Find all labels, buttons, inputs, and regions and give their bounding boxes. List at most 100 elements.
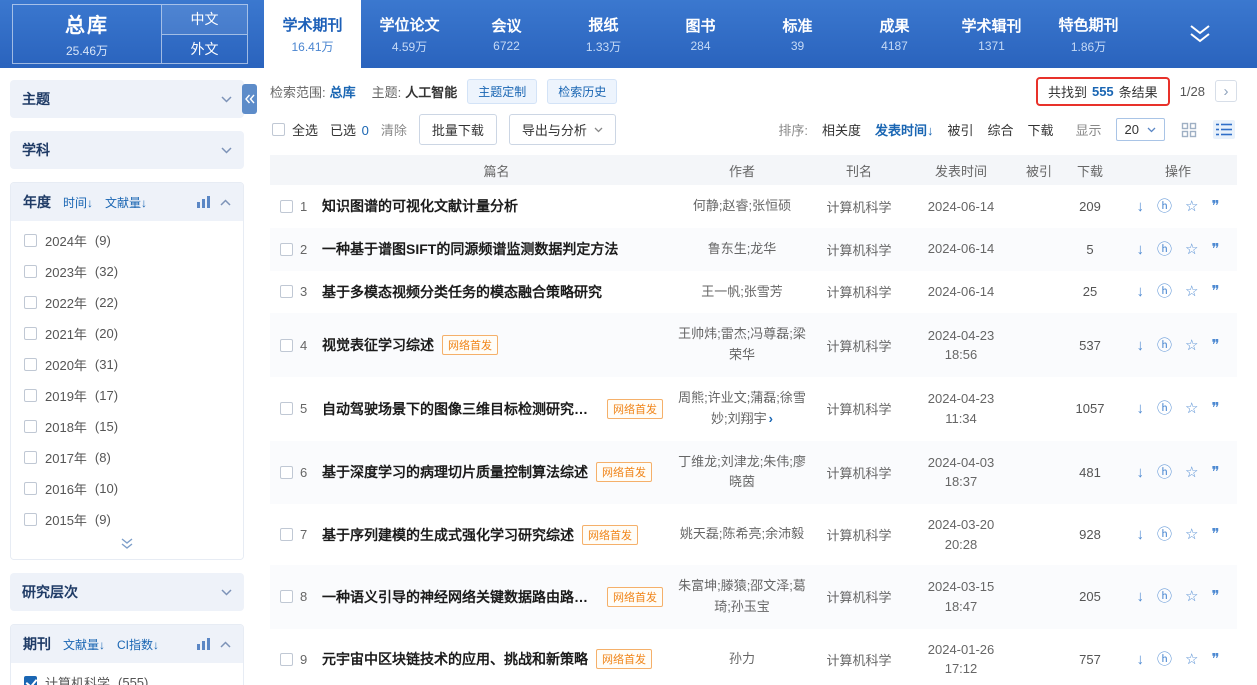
facet-checkbox[interactable] [24, 482, 37, 495]
page-size-select[interactable]: 20 [1116, 118, 1165, 141]
row-checkbox[interactable] [280, 285, 293, 298]
html-icon[interactable]: ⓗ [1157, 242, 1172, 257]
cite-icon[interactable]: ❞ [1211, 652, 1219, 667]
journal-link[interactable]: 计算机科学 [813, 197, 905, 216]
histogram-icon[interactable] [196, 196, 210, 208]
favorite-icon[interactable]: ☆ [1185, 284, 1198, 299]
download-icon[interactable]: ↓ [1136, 589, 1144, 604]
article-title-link[interactable]: 基于深度学习的病理切片质量控制算法综述 [322, 462, 588, 482]
sort-by-ci-index-link[interactable]: CI指数↓ [117, 636, 159, 653]
sort-option[interactable]: 发表时间↓ [875, 120, 934, 139]
row-checkbox[interactable] [280, 528, 293, 541]
journal-link[interactable]: 计算机科学 [813, 587, 905, 606]
database-tab[interactable]: 会议 6722 [458, 0, 555, 68]
authors-cell[interactable]: 丁维龙;刘津龙;朱伟;廖晓茵 [671, 452, 813, 494]
article-title-link[interactable]: 一种语义引导的神经网络关键数据路由路径算法 [322, 587, 599, 607]
row-checkbox[interactable] [280, 243, 293, 256]
authors-cell[interactable]: 王一帆;张雪芳 [671, 282, 813, 303]
journal-link[interactable]: 计算机科学 [813, 650, 905, 669]
database-tab[interactable]: 学位论文 4.59万 [361, 0, 458, 68]
article-title-link[interactable]: 自动驾驶场景下的图像三维目标检测研究进展 [322, 399, 599, 419]
download-icon[interactable]: ↓ [1136, 199, 1144, 214]
journal-link[interactable]: 计算机科学 [813, 399, 905, 418]
cite-icon[interactable]: ❞ [1211, 199, 1219, 214]
html-icon[interactable]: ⓗ [1157, 284, 1172, 299]
download-icon[interactable]: ↓ [1136, 652, 1144, 667]
html-icon[interactable]: ⓗ [1157, 401, 1172, 416]
sort-by-doc-count-link[interactable]: 文献量↓ [105, 194, 147, 211]
download-icon[interactable]: ↓ [1136, 284, 1144, 299]
facet-item[interactable]: 2021年 (20) [11, 318, 243, 349]
select-all-control[interactable]: 全选 [272, 120, 318, 139]
list-view-button[interactable] [1213, 120, 1235, 139]
html-icon[interactable]: ⓗ [1157, 527, 1172, 542]
authors-cell[interactable]: 姚天磊;陈希亮;余沛毅 [671, 524, 813, 545]
facet-checkbox[interactable] [24, 513, 37, 526]
cite-icon[interactable]: ❞ [1211, 465, 1219, 480]
total-library-tab[interactable]: 总库 25.46万 [13, 5, 161, 63]
export-analyze-button[interactable]: 导出与分析 [509, 114, 616, 145]
facet-checkbox[interactable] [24, 358, 37, 371]
download-icon[interactable]: ↓ [1136, 527, 1144, 542]
download-icon[interactable]: ↓ [1136, 242, 1144, 257]
row-checkbox[interactable] [280, 339, 293, 352]
database-tab[interactable]: 特色期刊 1.86万 [1040, 0, 1137, 68]
html-icon[interactable]: ⓗ [1157, 338, 1172, 353]
database-tab[interactable]: 图书 284 [652, 0, 749, 68]
journal-link[interactable]: 计算机科学 [813, 336, 905, 355]
download-icon[interactable]: ↓ [1136, 465, 1144, 480]
sort-by-time-link[interactable]: 时间↓ [63, 194, 93, 211]
facet-checkbox[interactable] [24, 389, 37, 402]
cite-icon[interactable]: ❞ [1211, 589, 1219, 604]
favorite-icon[interactable]: ☆ [1185, 338, 1198, 353]
sort-option[interactable]: 综合 [987, 120, 1013, 139]
database-tab[interactable]: 学术辑刊 1371 [943, 0, 1040, 68]
scope-value-link[interactable]: 总库 [330, 82, 356, 101]
cite-icon[interactable]: ❞ [1211, 284, 1219, 299]
cite-icon[interactable]: ❞ [1211, 338, 1219, 353]
facet-checkbox[interactable] [24, 676, 37, 685]
expand-databases-button[interactable] [1185, 0, 1215, 68]
authors-cell[interactable]: 周熊;许业文;蒲磊;徐雪妙;刘翔宇› [671, 388, 813, 430]
next-page-button[interactable]: › [1215, 80, 1237, 102]
facet-header-topic[interactable]: 主题 [10, 80, 244, 118]
html-icon[interactable]: ⓗ [1157, 465, 1172, 480]
facet-item[interactable]: 2023年 (32) [11, 256, 243, 287]
article-title-link[interactable]: 基于多模态视频分类任务的模态融合策略研究 [322, 282, 602, 302]
row-checkbox[interactable] [280, 402, 293, 415]
histogram-icon[interactable] [196, 638, 210, 650]
facet-header-subject[interactable]: 学科 [10, 131, 244, 169]
article-title-link[interactable]: 知识图谱的可视化文献计量分析 [322, 196, 518, 216]
authors-expand-icon[interactable]: › [769, 411, 773, 426]
article-title-link[interactable]: 元宇宙中区块链技术的应用、挑战和新策略 [322, 649, 588, 669]
facet-item[interactable]: 计算机科学 (555) [11, 667, 243, 685]
favorite-icon[interactable]: ☆ [1185, 589, 1198, 604]
clear-selection-button[interactable]: 清除 [381, 120, 407, 139]
facet-item[interactable]: 2020年 (31) [11, 349, 243, 380]
facet-item[interactable]: 2018年 (15) [11, 411, 243, 442]
facet-item[interactable]: 2017年 (8) [11, 442, 243, 473]
download-icon[interactable]: ↓ [1136, 338, 1144, 353]
journal-link[interactable]: 计算机科学 [813, 463, 905, 482]
selected-count[interactable]: 0 [362, 123, 369, 138]
sort-option[interactable]: 相关度 [822, 120, 861, 139]
sort-by-doc-count-link[interactable]: 文献量↓ [63, 636, 105, 653]
row-checkbox[interactable] [280, 200, 293, 213]
favorite-icon[interactable]: ☆ [1185, 527, 1198, 542]
favorite-icon[interactable]: ☆ [1185, 465, 1198, 480]
row-checkbox[interactable] [280, 466, 293, 479]
facet-item[interactable]: 2022年 (22) [11, 287, 243, 318]
article-title-link[interactable]: 视觉表征学习综述 [322, 335, 434, 355]
select-all-checkbox[interactable] [272, 123, 285, 136]
facet-checkbox[interactable] [24, 420, 37, 433]
facet-item[interactable]: 2024年 (9) [11, 225, 243, 256]
database-tab[interactable]: 成果 4187 [846, 0, 943, 68]
facet-checkbox[interactable] [24, 451, 37, 464]
topic-customize-button[interactable]: 主题定制 [467, 79, 537, 104]
article-title-link[interactable]: 基于序列建模的生成式强化学习研究综述 [322, 525, 574, 545]
facet-header-journal[interactable]: 期刊 文献量↓ CI指数↓ [11, 625, 243, 663]
sort-option[interactable]: 下载 [1028, 120, 1054, 139]
database-tab[interactable]: 标准 39 [749, 0, 846, 68]
expand-more-years-button[interactable] [11, 535, 243, 557]
facet-item[interactable]: 2019年 (17) [11, 380, 243, 411]
